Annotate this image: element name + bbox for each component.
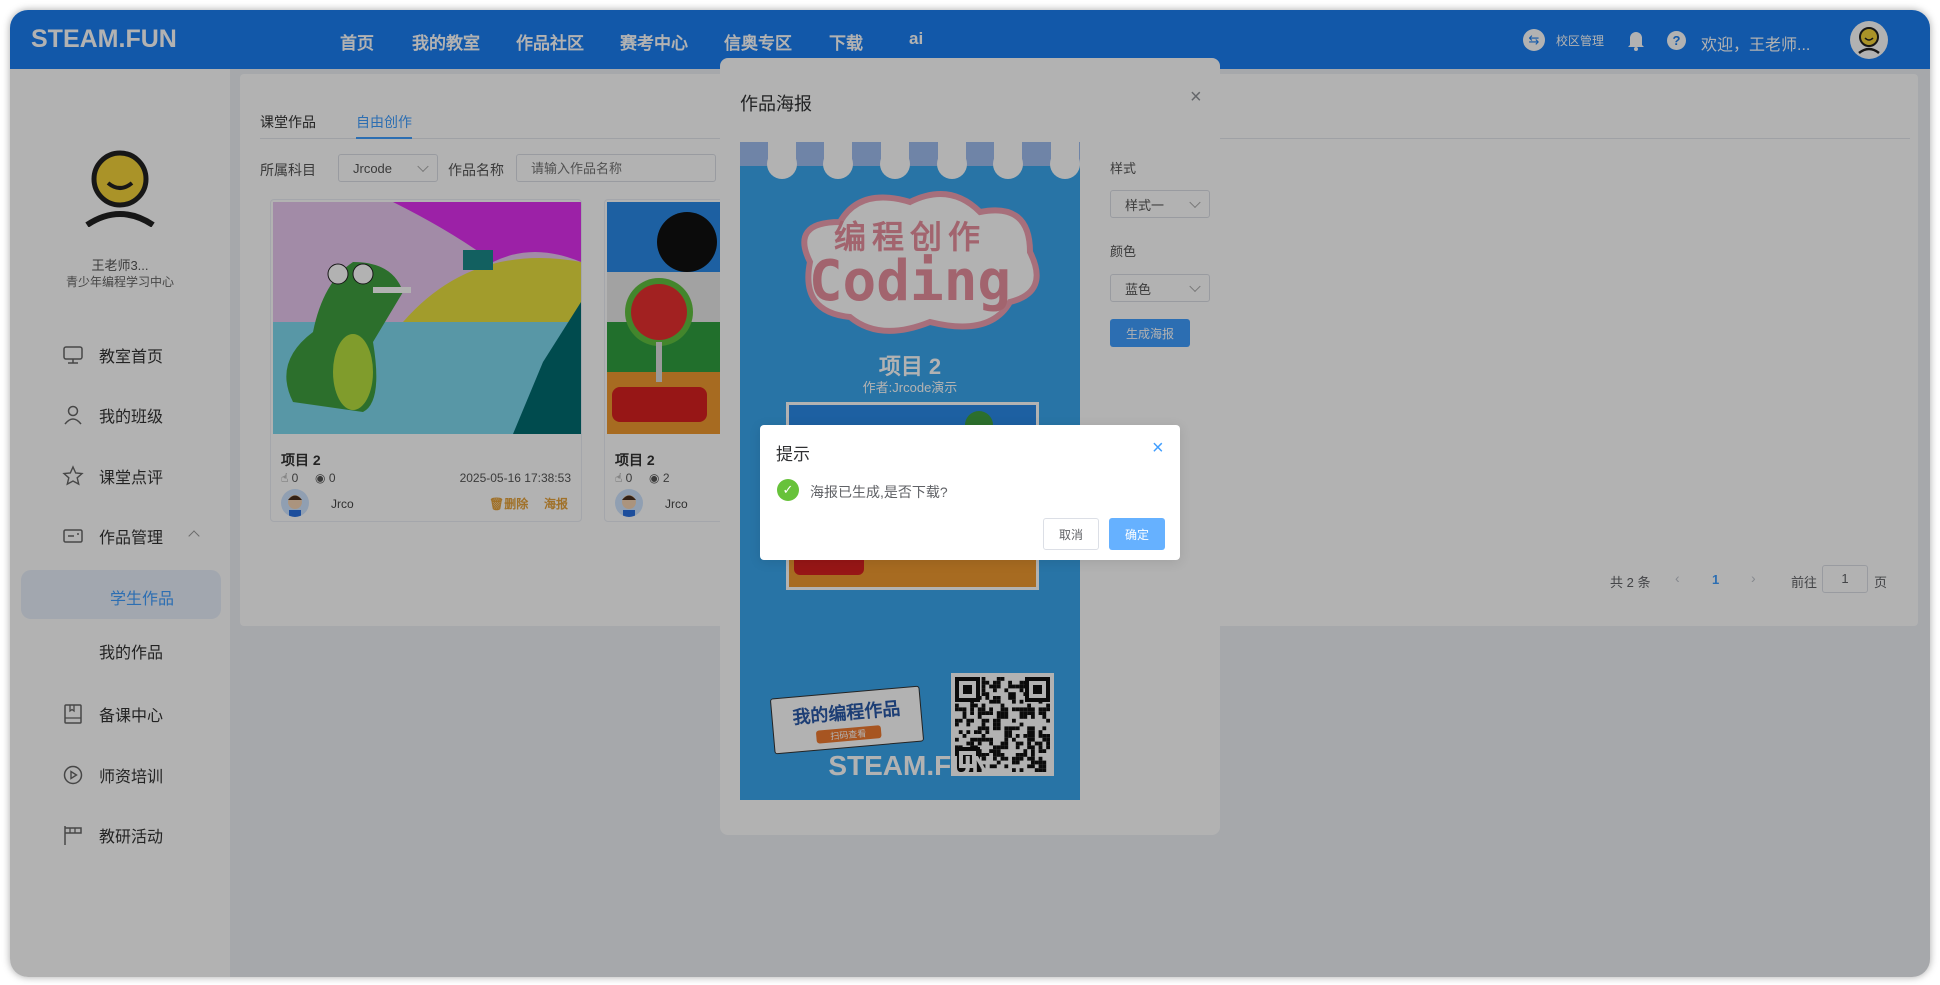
confirm-message-box: 提示 × ✓ 海报已生成,是否下载? 取消 确定 xyxy=(760,425,1180,560)
message-title: 提示 xyxy=(776,445,810,464)
success-check-icon: ✓ xyxy=(777,479,799,501)
cancel-button[interactable]: 取消 xyxy=(1043,518,1099,550)
message-text: 海报已生成,是否下载? xyxy=(810,484,948,500)
close-icon[interactable]: × xyxy=(1152,437,1164,460)
app-window: STEAM.FUN 首页 我的教室 作品社区 赛考中心 信奥专区 下载 ai ⇆… xyxy=(10,10,1930,977)
confirm-button[interactable]: 确定 xyxy=(1109,518,1165,550)
